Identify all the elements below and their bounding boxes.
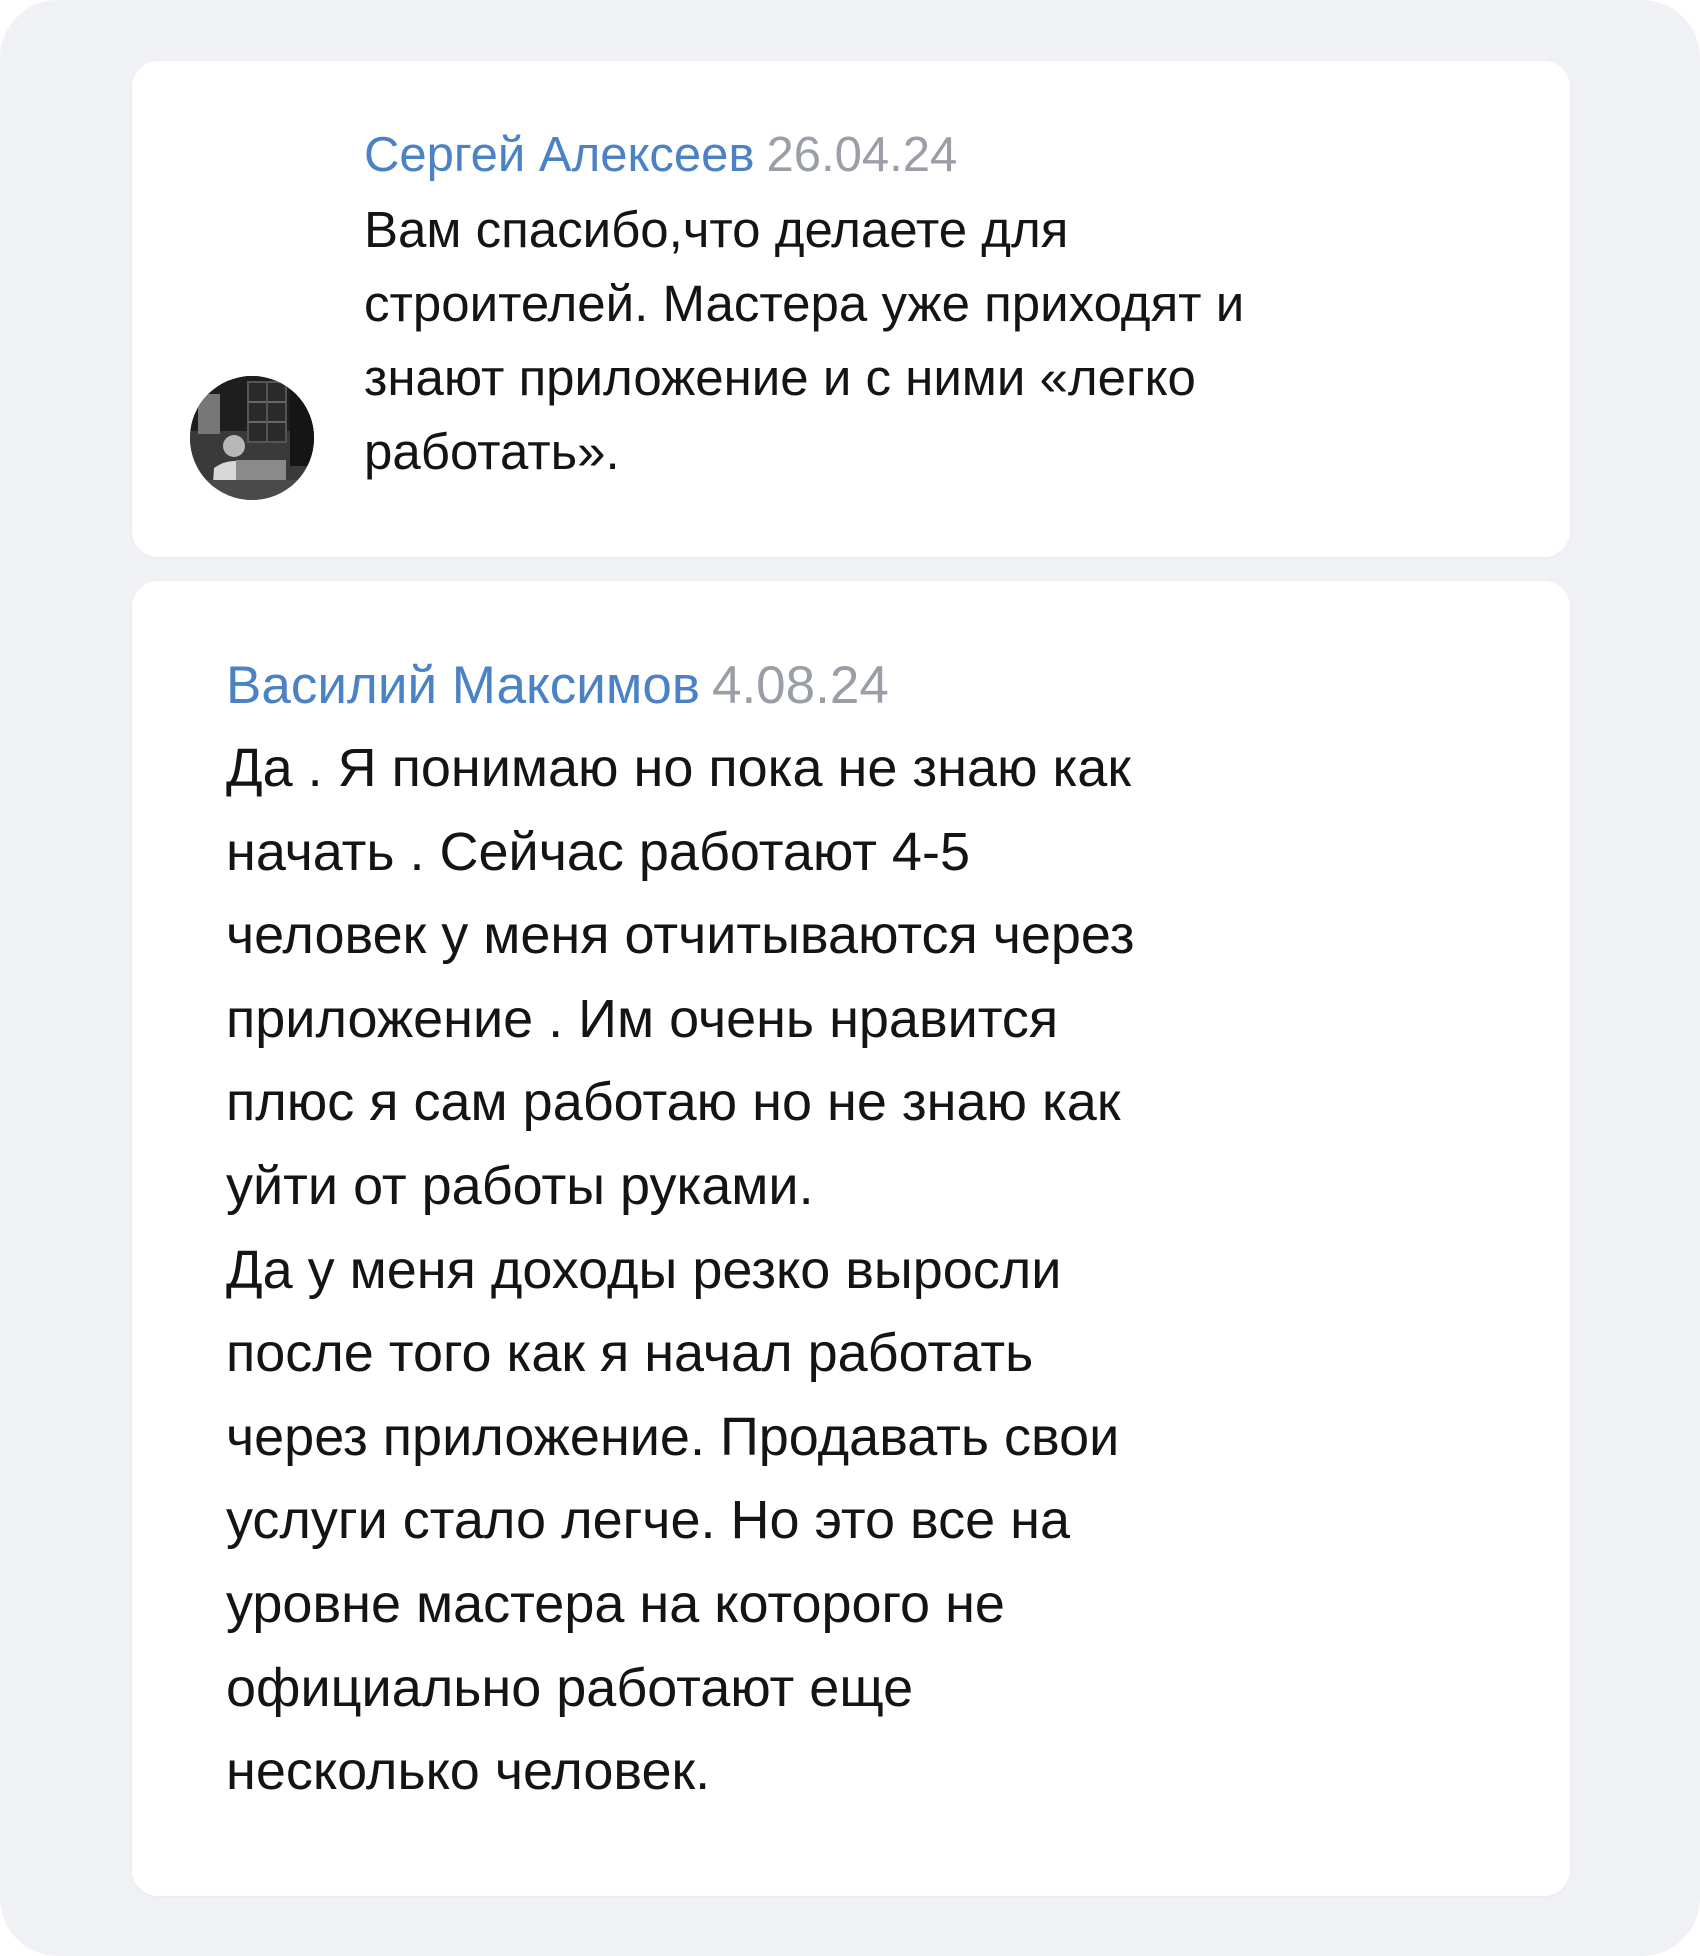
- comment-text-line: плюс я сам работаю но не знаю как: [226, 1072, 1121, 1133]
- comment-text-line: уровне мастера на которого не: [226, 1573, 1005, 1634]
- comment-date: 4.08.24: [711, 656, 889, 715]
- comment-text-line: услуги стало легче. Но это все на: [226, 1490, 1071, 1551]
- comment-text-line: приложение . Им очень нравится: [226, 988, 1059, 1049]
- comment-text-line: Вам спасибо,что делаете для: [364, 201, 1069, 258]
- comment-text-line: строителей. Мастера уже приходят и: [364, 275, 1245, 332]
- comment-text-line: официально работают еще: [226, 1657, 914, 1718]
- author-name[interactable]: Василий Максимов: [226, 656, 700, 715]
- comment-text-line: человек у меня отчитываются через: [226, 905, 1135, 966]
- comment-header: Василий Максимов 4.08.24: [226, 645, 1486, 727]
- comment-text-line: через приложение. Продавать свои: [226, 1406, 1120, 1467]
- comment-text-line: после того как я начал работать: [226, 1323, 1034, 1384]
- comment-text-line: работать».: [364, 423, 620, 480]
- comment-text-line: уйти от работы руками.: [226, 1155, 814, 1216]
- comment-card: Сергей Алексеев 26.04.24 Вам спасибо,что …: [132, 61, 1570, 557]
- comment-card: Василий Максимов 4.08.24 Да . Я понимаю н…: [132, 581, 1570, 1896]
- comment-date: 26.04.24: [766, 128, 958, 182]
- comment-text-line: Да у меня доходы резко выросли: [226, 1239, 1062, 1300]
- comment-text-line: начать . Сейчас работают 4-5: [226, 821, 970, 882]
- comment-body: Василий Максимов 4.08.24 Да . Я понимаю н…: [226, 645, 1486, 1814]
- comment-body: Сергей Алексеев 26.04.24 Вам спасибо,что …: [364, 117, 1524, 489]
- comment-text-line: Да . Я понимаю но пока не знаю как: [226, 738, 1131, 798]
- comment-header: Сергей Алексеев 26.04.24: [364, 117, 1524, 193]
- author-name[interactable]: Сергей Алексеев: [364, 128, 754, 182]
- avatar-photo-icon: [190, 376, 314, 500]
- avatar[interactable]: [190, 376, 314, 500]
- comments-frame: Сергей Алексеев 26.04.24 Вам спасибо,что …: [0, 0, 1700, 1956]
- comment-text-line: несколько человек.: [226, 1741, 711, 1802]
- comment-text-line: знают приложение и с ними «легко: [364, 349, 1196, 406]
